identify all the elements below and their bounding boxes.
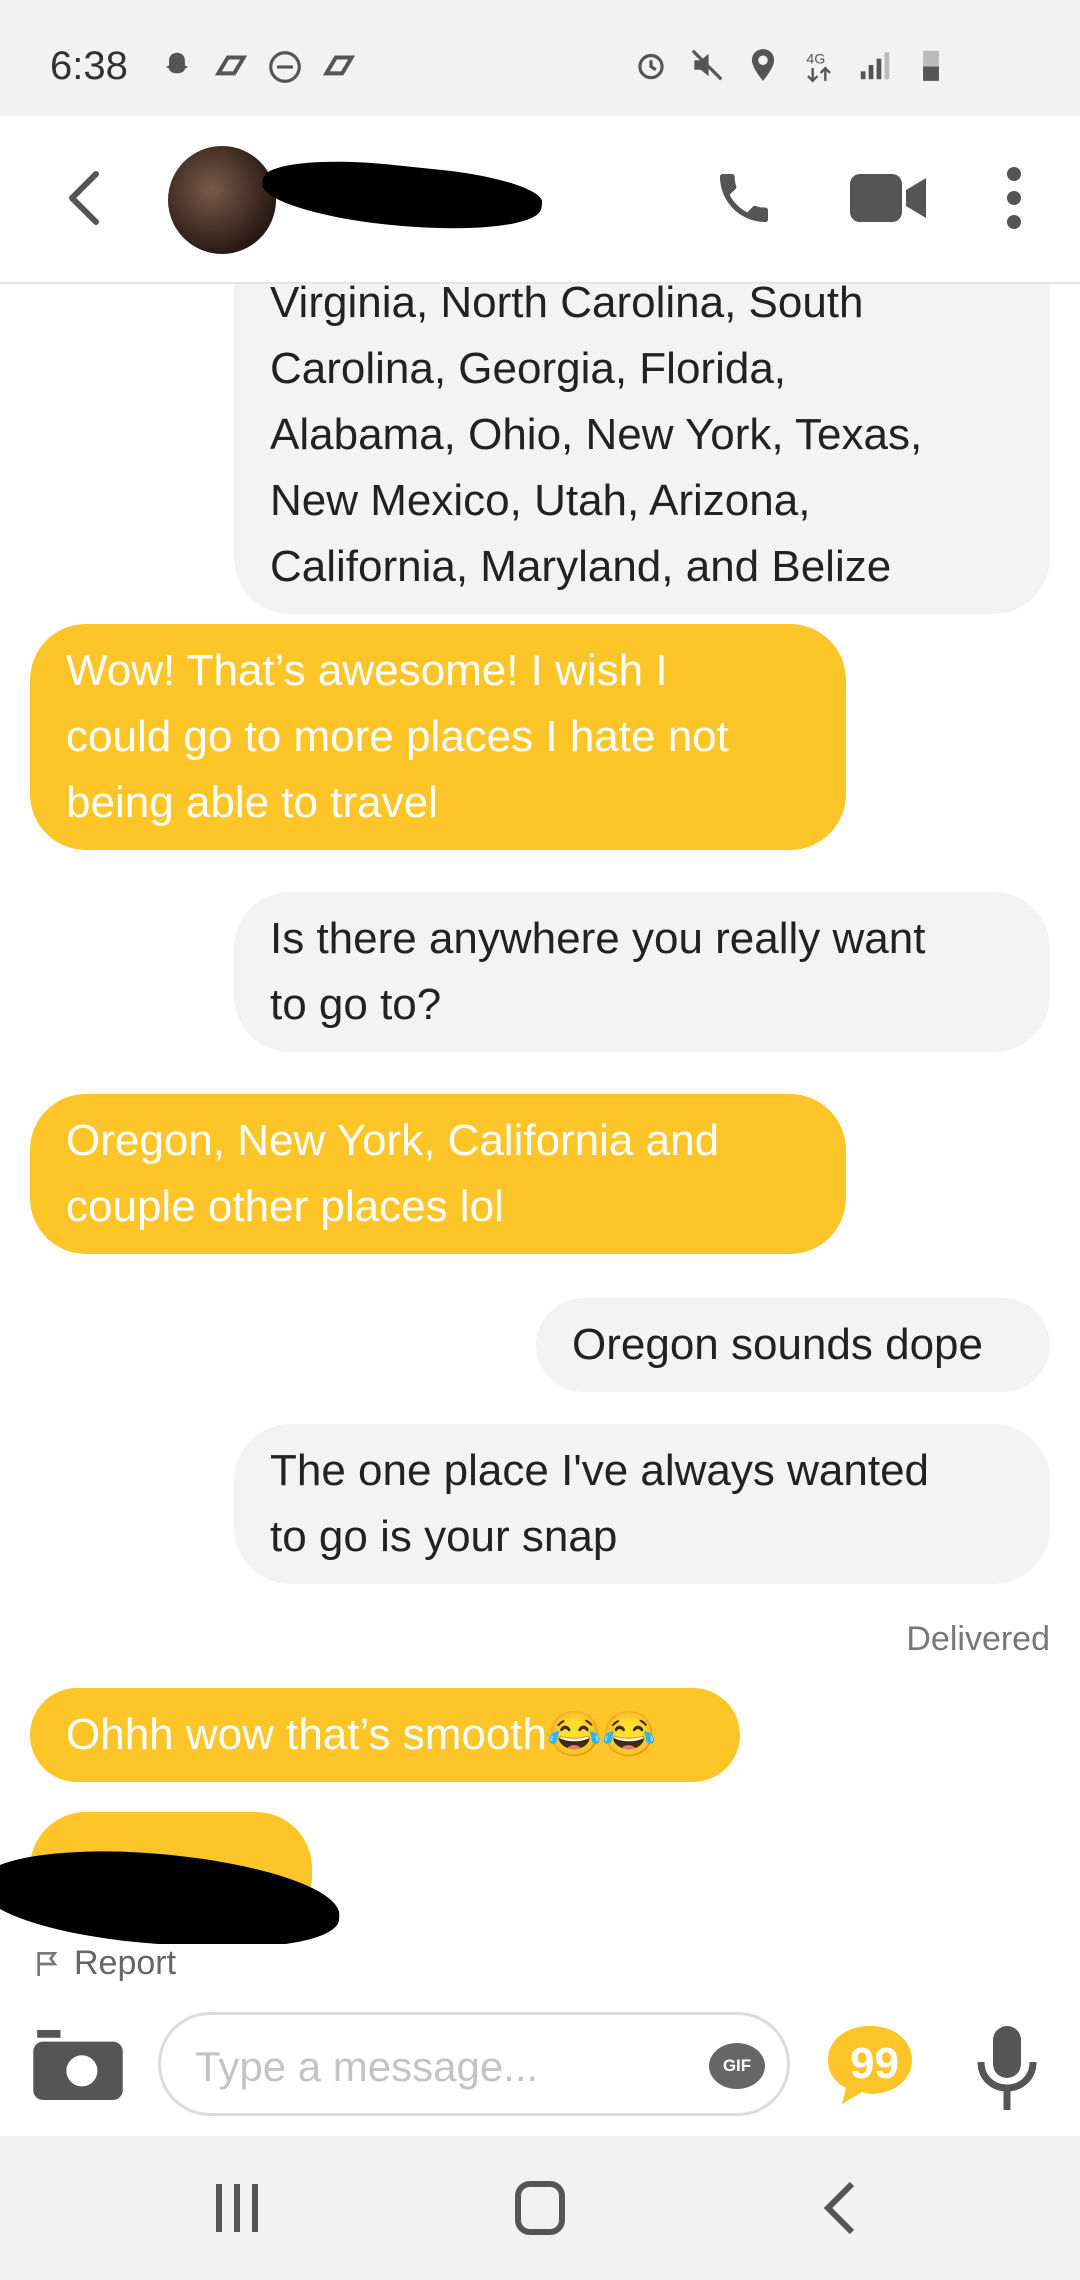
quick-reply-icon[interactable]: 99 xyxy=(824,2022,916,2108)
gif-button[interactable]: GIF xyxy=(709,2043,765,2089)
do-not-disturb-icon xyxy=(269,51,301,83)
flag-icon xyxy=(37,1951,58,1976)
message-composer: Type a message... GIF 99 xyxy=(0,2000,1080,2130)
bumble-icon xyxy=(214,55,248,76)
svg-text:99: 99 xyxy=(850,2039,899,2088)
video-icon[interactable] xyxy=(850,172,926,224)
system-nav-bar xyxy=(0,2136,1080,2280)
message-text: Ohhh wow that’s smooth😂😂 xyxy=(66,1710,657,1759)
battery-icon xyxy=(923,50,939,81)
avatar[interactable] xyxy=(168,146,276,254)
message-input[interactable]: Type a message... GIF xyxy=(158,2012,790,2116)
message-bubble-outgoing[interactable]: The one place I've always wanted to go i… xyxy=(234,1424,1050,1584)
delivered-status: Delivered xyxy=(906,1620,1050,1658)
message-list: Virginia, North Carolina, South Carolina… xyxy=(0,284,1080,1944)
message-bubble-outgoing[interactable]: Is there anywhere you really want to go … xyxy=(234,892,1050,1052)
snapchat-icon xyxy=(165,52,189,74)
message-bubble-incoming[interactable]: Oregon, New York, California and couple … xyxy=(30,1094,846,1254)
chat-header xyxy=(0,116,1080,284)
back-nav-icon[interactable] xyxy=(812,2180,872,2236)
message-text: Wow! That’s awesome! I wish I could go t… xyxy=(66,646,729,827)
report-link[interactable]: Report xyxy=(32,1944,176,1983)
camera-icon[interactable] xyxy=(32,2030,124,2100)
home-icon[interactable] xyxy=(510,2180,570,2236)
message-text: Oregon sounds dope xyxy=(572,1320,983,1369)
message-text: The one place I've always wanted to go i… xyxy=(270,1446,930,1561)
svg-text:4G: 4G xyxy=(806,51,825,67)
message-text: Virginia, North Carolina, South Carolina… xyxy=(270,284,923,591)
microphone-icon[interactable] xyxy=(972,2022,1042,2114)
status-bar: 6:38 4G xyxy=(0,0,1080,116)
message-bubble-outgoing[interactable]: Oregon sounds dope xyxy=(536,1298,1050,1392)
mute-icon xyxy=(691,49,723,81)
phone-icon[interactable] xyxy=(712,166,776,230)
signal-icon xyxy=(860,52,890,80)
message-text: Oregon, New York, California and couple … xyxy=(66,1116,720,1231)
message-bubble-incoming[interactable]: Ohhh wow that’s smooth😂😂 xyxy=(30,1688,740,1782)
report-label: Report xyxy=(74,1944,177,1982)
message-text: Is there anywhere you really want to go … xyxy=(270,914,926,1029)
message-bubble-incoming[interactable]: Wow! That’s awesome! I wish I could go t… xyxy=(30,624,846,850)
back-icon[interactable] xyxy=(60,168,110,228)
bumble-icon xyxy=(322,55,356,76)
more-icon[interactable] xyxy=(1002,166,1026,230)
message-input-placeholder: Type a message... xyxy=(195,2043,539,2090)
4g-data-icon: 4G xyxy=(806,51,831,83)
status-time: 6:38 xyxy=(50,44,128,88)
redacted-contact-name xyxy=(259,151,545,241)
recent-apps-icon[interactable] xyxy=(208,2180,268,2236)
alarm-icon xyxy=(638,53,664,80)
message-bubble-outgoing[interactable]: Virginia, North Carolina, South Carolina… xyxy=(234,284,1050,614)
location-icon xyxy=(751,49,775,81)
